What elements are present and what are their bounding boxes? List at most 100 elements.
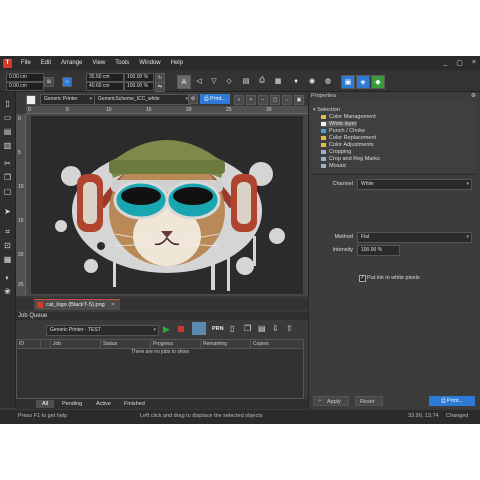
import-icon[interactable]: ▤ — [240, 75, 252, 87]
apply-button[interactable]: ↩ Apply — [313, 396, 349, 406]
tree-item-color-management[interactable]: Color Management — [321, 114, 376, 120]
panel-print-button[interactable]: ⎙ Print... — [429, 396, 475, 406]
align-left-icon[interactable]: ◁ — [193, 75, 205, 87]
height-field[interactable]: 40.60 cm — [86, 82, 124, 91]
align-right-icon[interactable]: ◇ — [223, 75, 235, 87]
scheme-settings-icon[interactable]: ⚙ — [188, 94, 198, 104]
palette-icon[interactable]: ❀ — [2, 286, 13, 297]
tree-root-selection[interactable]: ▾ Selection — [313, 107, 340, 113]
menu-tools[interactable]: Tools — [110, 60, 134, 66]
save-icon[interactable]: ▤ — [2, 126, 13, 137]
print-icon[interactable]: ⎙ — [256, 75, 268, 87]
paste-icon[interactable]: ▢ — [2, 186, 13, 197]
maximize-button[interactable]: ▢ — [456, 59, 463, 67]
tab-active[interactable]: Active — [90, 400, 117, 408]
copy-icon[interactable]: ❐ — [2, 172, 13, 183]
grid-icon[interactable]: ▦ — [2, 254, 13, 265]
job-printer-dropdown[interactable]: Generic Printer - TEST ▾ — [46, 325, 159, 336]
spot-icon[interactable]: ◍ — [322, 75, 334, 87]
panel-pin-icon[interactable]: ⊕ — [471, 92, 476, 99]
scale-x-field[interactable]: 100.00 % — [124, 73, 154, 82]
fit-page-icon[interactable]: ▢ — [270, 95, 280, 105]
tree-item-color-adjustments[interactable]: Color Adjustments — [321, 142, 374, 148]
width-field[interactable]: 35.60 cm — [86, 73, 124, 82]
zoom-in-icon[interactable]: + — [246, 95, 256, 105]
canvas-area[interactable] — [26, 114, 308, 296]
channel-dropdown[interactable]: White ▾ — [357, 179, 472, 190]
col-checkbox[interactable] — [41, 340, 51, 348]
print-button[interactable]: ⎙ Print... — [200, 94, 230, 104]
tab-all[interactable]: All — [36, 400, 55, 408]
color-balance-icon[interactable]: ◐ — [2, 272, 13, 283]
cut-icon[interactable]: ✂ — [2, 158, 13, 169]
col-job[interactable]: Job — [51, 340, 101, 348]
tree-item-punch-choke[interactable]: Punch / Choke — [321, 128, 365, 134]
intensity-field[interactable]: 100.00 % — [357, 245, 400, 256]
col-progress[interactable]: Progress — [151, 340, 201, 348]
prn-button[interactable]: PRN — [212, 326, 224, 332]
flip-icon[interactable]: ⇆ — [155, 82, 165, 92]
job-move-up-icon[interactable]: ⇧ — [286, 324, 293, 333]
crop-icon[interactable]: ⌗ — [2, 226, 13, 237]
link-size-icon[interactable]: ∞ — [62, 77, 72, 87]
tree-item-cropping[interactable]: Cropping — [321, 149, 351, 155]
cat-artwork-image[interactable] — [31, 116, 303, 294]
menu-edit[interactable]: Edit — [36, 60, 56, 66]
job-delete-icon[interactable]: ▤ — [258, 324, 266, 333]
fit-width-icon[interactable]: ↔ — [282, 95, 292, 105]
stop-icon[interactable] — [178, 326, 184, 332]
app-cyan-icon[interactable]: ◈ — [356, 75, 370, 89]
align-center-icon[interactable]: ▽ — [208, 75, 220, 87]
tab-finished[interactable]: Finished — [118, 400, 151, 408]
minimize-button[interactable]: _ — [443, 59, 447, 67]
page-color-swatch[interactable] — [26, 95, 36, 105]
open-folder-icon[interactable]: ▭ — [2, 112, 13, 123]
col-id[interactable]: ID — [17, 340, 41, 348]
reset-button[interactable]: Reset — [355, 396, 383, 406]
printer-settings-icon[interactable]: ▦ — [272, 75, 284, 87]
x-position-field[interactable]: 0.00 cm — [6, 73, 44, 82]
document-tab[interactable]: cat_logo (BlackT-S).png × — [34, 299, 121, 310]
tree-item-color-replacement[interactable]: Color Replacement — [321, 135, 376, 141]
play-icon[interactable]: ▶ — [163, 324, 170, 335]
menu-view[interactable]: View — [87, 60, 110, 66]
queue-mode-icon[interactable] — [192, 322, 206, 335]
job-move-down-icon[interactable]: ⇩ — [272, 324, 279, 333]
col-status[interactable]: Status — [101, 340, 151, 348]
app-green-icon[interactable]: ◆ — [371, 75, 385, 89]
menu-help[interactable]: Help — [166, 60, 188, 66]
job-document-icon[interactable]: ▯ — [230, 324, 234, 333]
col-remaining[interactable]: Remaining — [201, 340, 251, 348]
scale-y-field[interactable]: 100.00 % — [124, 82, 154, 91]
transform-icon[interactable]: ⊡ — [2, 240, 13, 251]
document-file-icon — [37, 302, 43, 308]
tree-item-crop-reg-marks[interactable]: Crop and Reg Marks — [321, 156, 380, 162]
put-ink-checkbox[interactable]: ✓ — [359, 275, 366, 282]
actual-size-icon[interactable]: ▣ — [294, 95, 304, 105]
color-scheme-dropdown[interactable]: GenericScheme_ICC_white ▾ — [94, 94, 191, 105]
printer-dropdown[interactable]: Generic Printer ▾ — [40, 94, 95, 105]
save-all-icon[interactable]: ▥ — [2, 140, 13, 151]
position-lock-icon[interactable]: ⊞ — [44, 77, 54, 87]
job-copy-icon[interactable]: ❐ — [244, 324, 251, 333]
method-dropdown[interactable]: Flat ▾ — [357, 232, 472, 243]
tree-item-label: Cropping — [329, 149, 352, 155]
menu-file[interactable]: File — [16, 60, 36, 66]
close-tab-icon[interactable]: × — [111, 302, 114, 308]
color-profile-icon[interactable]: ◉ — [306, 75, 318, 87]
zoom-icon[interactable]: ⌕ — [234, 95, 244, 105]
col-copies[interactable]: Copies — [251, 340, 305, 348]
text-icon[interactable]: A — [177, 75, 191, 89]
new-document-icon[interactable]: ▯ — [2, 98, 13, 109]
y-position-field[interactable]: 0.00 cm — [6, 82, 44, 91]
close-button[interactable]: × — [472, 59, 476, 67]
tab-pending[interactable]: Pending — [56, 400, 88, 408]
zoom-out-icon[interactable]: − — [258, 95, 268, 105]
app-blue-icon[interactable]: ▣ — [341, 75, 355, 89]
color-drop-icon[interactable]: ♦ — [290, 75, 302, 87]
menu-window[interactable]: Window — [134, 60, 165, 66]
tree-item-white-layer[interactable]: White layer — [321, 121, 357, 127]
tree-item-mosaic[interactable]: Mosaic — [321, 163, 346, 169]
select-arrow-icon[interactable]: ➤ — [2, 206, 13, 217]
menu-arrange[interactable]: Arrange — [56, 60, 87, 66]
